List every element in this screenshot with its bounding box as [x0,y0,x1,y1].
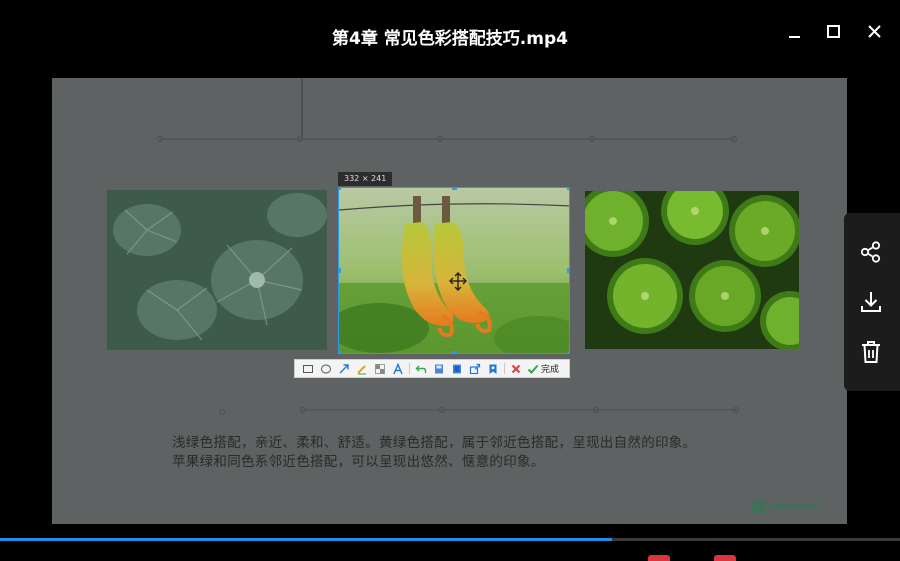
download-button[interactable] [858,289,884,315]
selection-size-label: 332 × 241 [338,172,393,186]
mosaic-icon [375,363,385,374]
slide-caption-line-1: 浅绿色搭配，亲近、柔和、舒适。黄绿色搭配，属于邻近色搭配，呈现出自然的印象。 [172,435,697,451]
save-button[interactable] [430,360,448,377]
side-action-panel [844,213,900,391]
resize-handle-bl[interactable] [339,351,341,353]
undo-icon [415,365,427,373]
cancel-button[interactable] [507,360,525,377]
playback-progress-bar[interactable] [0,538,900,541]
done-button[interactable]: 完成 [527,362,559,375]
trash-icon [862,341,880,363]
resize-handle-br[interactable] [567,351,569,353]
minimize-button[interactable] [782,20,806,44]
screenshot-toolbar: 完成 [294,359,570,378]
rectangle-tool-button[interactable] [299,360,317,377]
text-tool-button[interactable] [389,360,407,377]
share-nodes-icon [860,241,881,263]
download-icon [861,292,881,312]
resize-handle-tl[interactable] [339,188,341,190]
pen-tool-button[interactable] [353,360,371,377]
control-button-partial[interactable] [714,555,736,561]
checkmark-icon [527,364,539,374]
bookmark-icon [489,364,497,374]
toolbar-divider [504,363,505,374]
resize-handle-b[interactable] [452,351,457,353]
copy-icon [453,364,461,373]
close-button[interactable] [862,20,886,44]
pen-icon [357,364,366,374]
resize-handle-r[interactable] [567,268,569,273]
playback-progress-fill [0,538,612,541]
arrow-tool-button[interactable] [335,360,353,377]
mosaic-tool-button[interactable] [371,360,389,377]
slide-caption-line-2: 苹果绿和同色系邻近色搭配，可以呈现出悠然、惬意的印象。 [172,454,545,470]
undo-button[interactable] [412,360,430,377]
delete-button[interactable] [858,339,884,365]
photo-green-shoes [339,188,569,353]
share-action-button[interactable] [858,239,884,265]
share-button[interactable] [466,360,484,377]
resize-handle-t[interactable] [452,188,457,190]
arrow-icon [339,363,349,373]
save-icon [435,364,443,373]
window-title: 第4章 常见色彩搭配技巧.mp4 [332,29,568,49]
pin-button[interactable] [484,360,502,377]
watermark-logo [752,500,818,514]
resize-handle-tr[interactable] [567,188,569,190]
ellipse-icon [321,364,331,373]
ellipse-tool-button[interactable] [317,360,335,377]
rectangle-icon [303,364,313,373]
photo-green-plants [107,190,327,350]
done-label: 完成 [541,365,560,375]
resize-handle-l[interactable] [339,268,341,273]
toolbar-divider [409,363,410,374]
photo-lime-slices [585,191,799,349]
copy-button[interactable] [448,360,466,377]
screenshot-selection[interactable] [338,187,570,354]
control-button-partial[interactable] [648,555,670,561]
maximize-button[interactable] [821,20,845,44]
cancel-icon [511,364,521,373]
share-icon [469,363,481,374]
text-icon [393,362,403,374]
